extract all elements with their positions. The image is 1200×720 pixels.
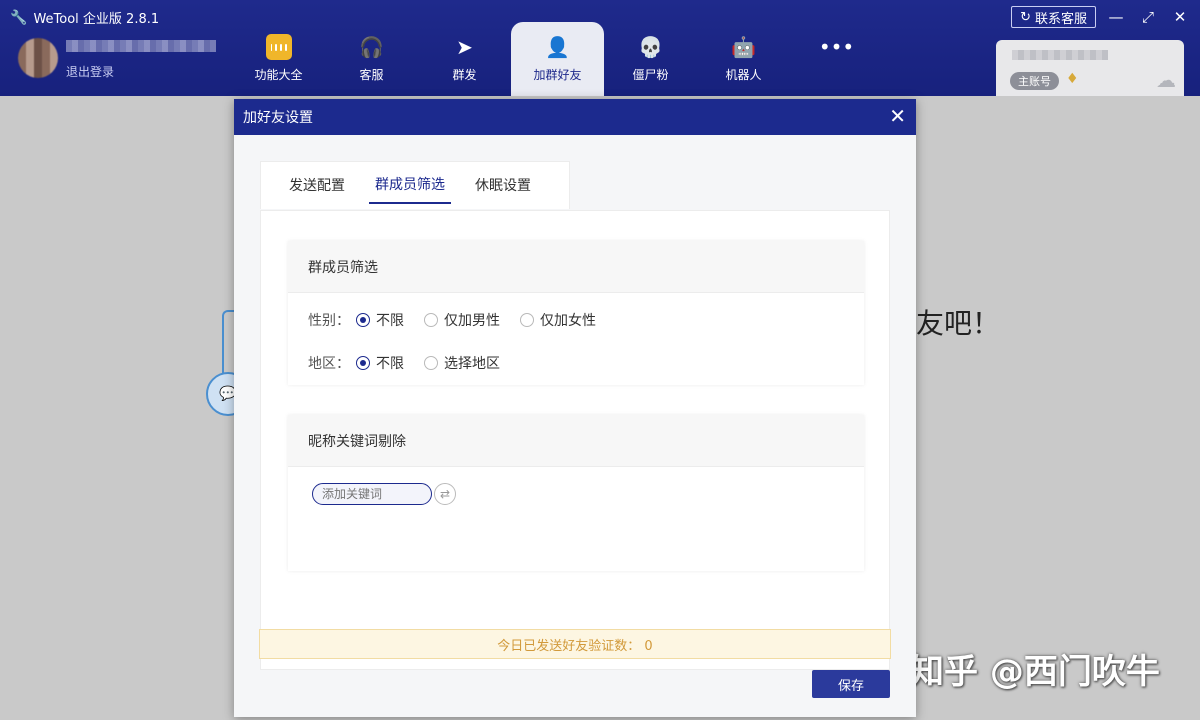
app-title: 🔧 WeTool 企业版 2.8.1 (10, 8, 160, 28)
refresh-icon: ↻ (1020, 9, 1031, 25)
background-hint-text: 友吧！ (916, 307, 1001, 340)
skull-icon: 💀 (638, 35, 663, 59)
user-block: 退出登录 (18, 38, 216, 79)
nav-item-label: 客服 (359, 68, 384, 82)
contact-support-button[interactable]: ↻ 联系客服 (1011, 6, 1096, 28)
dialog-title: 加好友设置 (243, 110, 313, 126)
user-name-blurred (66, 40, 216, 52)
nav-item-more[interactable]: ••• (790, 22, 883, 96)
add-friend-settings-dialog: 加好友设置 ✕ 发送配置 群成员筛选 休眠设置 群成员筛选 性别： 不限 仅加男… (234, 99, 916, 717)
gender-row: 性别： 不限 仅加男性 仅加女性 (288, 298, 864, 341)
radio-label: 不限 (376, 312, 404, 329)
radio-unchecked-icon (424, 355, 438, 370)
watermark: 知乎 @西门吹牛 (910, 652, 1160, 692)
dialog-header: 加好友设置 ✕ (234, 99, 916, 135)
headset-icon: 🎧 (359, 35, 384, 59)
radio-checked-icon (356, 355, 370, 370)
keyword-input-row: ⇄ (288, 467, 864, 505)
tab-panel: 群成员筛选 性别： 不限 仅加男性 仅加女性 地区： 不限 选择地区 昵称关键词… (260, 210, 890, 670)
swap-icon[interactable]: ⇄ (434, 483, 456, 505)
gender-male-radio[interactable]: 仅加男性 (424, 310, 500, 330)
close-window-button[interactable]: ✕ (1168, 6, 1192, 28)
tab-sleep-settings[interactable]: 休眠设置 (475, 169, 531, 203)
minimize-button[interactable]: — (1104, 6, 1128, 28)
radio-label: 不限 (376, 355, 404, 372)
window-controls: ↻ 联系客服 — ⤢ ✕ (1011, 6, 1192, 28)
nav-item-label: 加群好友 (533, 68, 582, 82)
nav-item-label: 机器人 (725, 68, 762, 82)
robot-icon: 🤖 (731, 35, 756, 59)
cloud-icon: ☁ (1156, 68, 1176, 92)
close-icon[interactable]: ✕ (889, 105, 906, 127)
tab-send-config[interactable]: 发送配置 (289, 169, 345, 203)
gender-any-radio[interactable]: 不限 (356, 310, 404, 330)
contact-support-label: 联系客服 (1034, 11, 1087, 27)
nav-item-label: 僵尸粉 (632, 68, 669, 82)
main-nav: 功能大全 🎧 客服 ➤ 群发 👤 加群好友 💀 僵尸粉 🤖 机器人 ••• (232, 22, 883, 96)
grid-icon (265, 34, 292, 60)
radio-unchecked-icon (520, 312, 534, 327)
account-badge: 主账号 (1010, 72, 1059, 90)
region-label: 地区： (308, 355, 350, 372)
radio-label: 仅加女性 (540, 312, 596, 329)
app-header: 🔧 WeTool 企业版 2.8.1 退出登录 功能大全 🎧 客服 ➤ 群发 👤… (0, 0, 1200, 96)
nickname-keyword-card: 昵称关键词剔除 ⇄ (288, 415, 864, 571)
card-title: 群成员筛选 (288, 241, 864, 293)
radio-label: 选择地区 (444, 355, 500, 372)
nav-item-customer-service[interactable]: 🎧 客服 (325, 22, 418, 96)
add-user-icon: 👤 (545, 35, 570, 59)
nav-item-zombie-fans[interactable]: 💀 僵尸粉 (604, 22, 697, 96)
more-icon: ••• (818, 35, 855, 59)
account-card[interactable]: 主账号 ♦ ☁ (996, 40, 1184, 96)
keyword-input[interactable] (312, 483, 432, 505)
logout-link[interactable]: 退出登录 (66, 63, 114, 80)
nav-item-broadcast[interactable]: ➤ 群发 (418, 22, 511, 96)
member-filter-card: 群成员筛选 性别： 不限 仅加男性 仅加女性 地区： 不限 选择地区 (288, 241, 864, 385)
gender-female-radio[interactable]: 仅加女性 (520, 310, 596, 330)
region-row: 地区： 不限 选择地区 (288, 341, 864, 384)
radio-label: 仅加男性 (444, 312, 500, 329)
nav-item-label: 功能大全 (254, 68, 303, 82)
sent-count-notice: 今日已发送好友验证数： 0 (259, 629, 891, 659)
save-button[interactable]: 保存 (812, 670, 890, 698)
radio-unchecked-icon (424, 312, 438, 327)
app-title-text: WeTool 企业版 2.8.1 (33, 12, 160, 27)
maximize-button[interactable]: ⤢ (1136, 6, 1160, 28)
nav-item-features[interactable]: 功能大全 (232, 22, 325, 96)
card-title: 昵称关键词剔除 (288, 415, 864, 467)
nav-item-robot[interactable]: 🤖 机器人 (697, 22, 790, 96)
region-select-radio[interactable]: 选择地区 (424, 353, 500, 373)
wrench-icon: 🔧 (10, 9, 28, 26)
gender-label: 性别： (308, 312, 350, 329)
nav-item-add-group-friends[interactable]: 👤 加群好友 (511, 22, 604, 96)
region-any-radio[interactable]: 不限 (356, 353, 404, 373)
avatar[interactable] (18, 38, 58, 78)
nav-item-label: 群发 (452, 68, 477, 82)
radio-checked-icon (356, 312, 370, 327)
diamond-icon: ♦ (1066, 71, 1079, 87)
dialog-tabs: 发送配置 群成员筛选 休眠设置 (260, 161, 570, 209)
paper-plane-icon: ➤ (456, 35, 473, 59)
tab-member-filter[interactable]: 群成员筛选 (369, 168, 451, 204)
account-name-blurred (1012, 50, 1108, 60)
